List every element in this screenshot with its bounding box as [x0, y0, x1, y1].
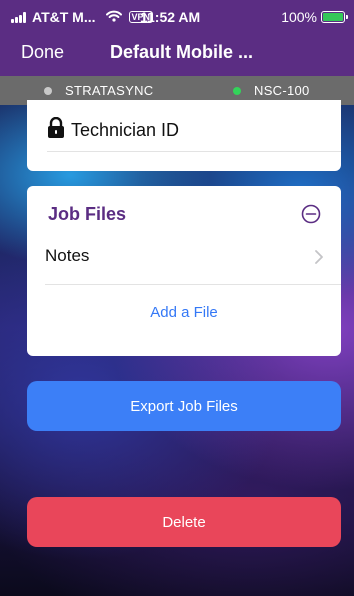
- device-name: NSC-100: [254, 83, 310, 98]
- cellular-signal-icon: [11, 11, 26, 23]
- status-dot-icon: [233, 86, 241, 95]
- chevron-right-icon: [315, 250, 323, 269]
- done-button[interactable]: Done: [21, 42, 64, 63]
- device-name: STRATASYNC: [65, 83, 154, 98]
- nav-bar: Done Default Mobile ...: [0, 34, 354, 76]
- delete-button[interactable]: Delete: [27, 497, 341, 547]
- status-bar: AT&T M... VPN 11:52 AM 100%: [0, 0, 354, 34]
- divider: [45, 284, 341, 285]
- device-stratasync[interactable]: STRATASYNC: [44, 83, 153, 98]
- job-files-title: Job Files: [48, 204, 127, 224]
- technician-card: Technician ID: [27, 100, 341, 171]
- wifi-icon: [105, 9, 122, 25]
- device-nsc-100[interactable]: NSC-100: [233, 83, 310, 98]
- battery-percent: 100%: [281, 9, 317, 25]
- carrier-name: AT&T M...: [32, 9, 96, 25]
- battery-icon: [321, 11, 348, 23]
- page-title: Default Mobile ...: [110, 42, 254, 62]
- lock-icon: [47, 116, 65, 144]
- list-item-notes[interactable]: Notes: [27, 234, 341, 282]
- technician-id-label: Technician ID: [71, 120, 180, 140]
- technician-id-row[interactable]: Technician ID: [47, 116, 180, 144]
- export-job-files-button[interactable]: Export Job Files: [27, 381, 341, 431]
- minus-circle-icon[interactable]: [301, 204, 321, 224]
- status-right: 100%: [281, 9, 348, 25]
- notes-label: Notes: [45, 246, 90, 265]
- job-files-card: Job Files Notes Add a File: [27, 186, 341, 356]
- status-left: AT&T M... VPN: [11, 9, 154, 25]
- status-dot-icon: [44, 86, 52, 95]
- divider: [47, 151, 341, 152]
- app-screen: AT&T M... VPN 11:52 AM 100% Done Default…: [0, 0, 354, 596]
- status-time: 11:52 AM: [140, 9, 201, 25]
- add-file-link[interactable]: Add a File: [27, 304, 341, 321]
